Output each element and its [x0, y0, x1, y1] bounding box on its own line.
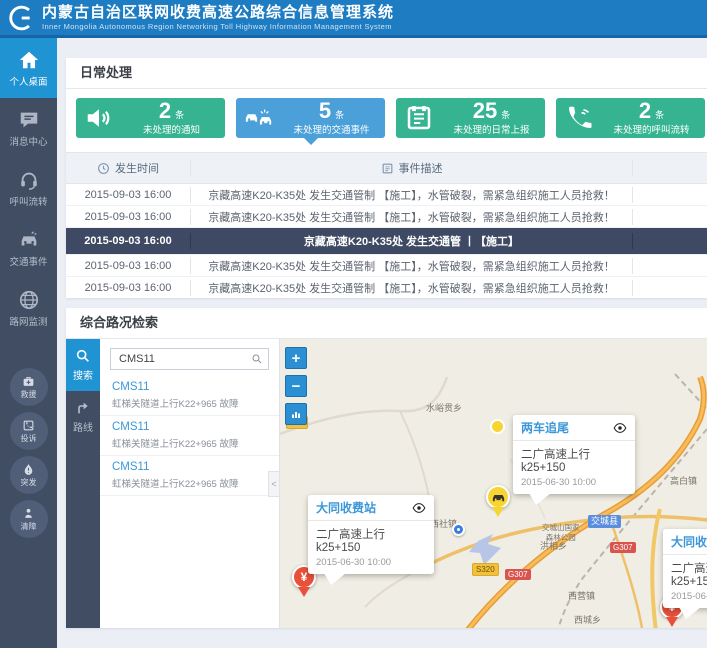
town-badge: 交城县 — [588, 515, 621, 528]
sidebar-item-desktop[interactable]: 个人桌面 — [0, 38, 57, 98]
search-input[interactable] — [110, 348, 269, 370]
search-result-item[interactable]: CMS11 虹梯关隧道上行K22+965 故障 — [100, 456, 279, 496]
search-results-panel: CMS11 虹梯关隧道上行K22+965 故障 CMS11 虹梯关隧道上行K22… — [100, 339, 280, 628]
sidebar-item-calls[interactable]: 呼叫流转 — [0, 158, 57, 218]
road-badge: G307 — [505, 569, 531, 580]
card-unhandled-call-transfers[interactable]: 2条 未处理的呼叫流转 — [556, 98, 705, 138]
search-icon[interactable] — [251, 353, 263, 365]
card-label: 未处理的通知 — [143, 122, 200, 136]
map-roads — [280, 339, 707, 628]
map-label: 水峪贯乡 — [426, 401, 462, 414]
card-count: 5 — [319, 101, 331, 121]
car-icon — [491, 490, 506, 505]
road-condition-panel: 综合路况检索 搜索 路线 CMS11 虹梯关隧道上行K22+965 故障 CMS… — [66, 308, 707, 628]
table-row[interactable]: 2015-09-03 16:00 京藏高速K20-K35处 发生交通管制 【施工… — [66, 277, 707, 298]
daily-processing-panel: 日常处理 2条 未处理的通知 5条 未处理的交通事件 — [66, 58, 707, 298]
chat-icon — [18, 109, 40, 131]
map[interactable]: + − S30 交城县 G307 G307 S320 水峪贯乡 高白镇 西社镇 … — [280, 339, 707, 628]
list-icon — [381, 162, 394, 175]
headset-icon — [18, 169, 40, 191]
globe-icon — [18, 289, 40, 311]
card-unhandled-notices[interactable]: 2条 未处理的通知 — [76, 98, 225, 138]
rescue-kit-icon — [22, 375, 35, 388]
app-title: 内蒙古自治区联网收费高速公路综合信息管理系统 — [42, 5, 394, 20]
zoom-in-button[interactable]: + — [285, 347, 307, 369]
quick-action-clearance[interactable]: 清障 — [10, 500, 48, 538]
sidebar-item-traffic-events[interactable]: 交通事件 — [0, 218, 57, 278]
app-subtitle: Inner Mongolia Autonomous Region Network… — [42, 23, 394, 31]
table-row[interactable]: 2015-09-03 16:00 京藏高速K20-K35处 发生交通管制 【施工… — [66, 184, 707, 206]
app-logo-icon — [8, 5, 34, 31]
tab-search[interactable]: 搜索 — [66, 339, 100, 391]
table-row-selected[interactable]: 2015-09-03 16:00 京藏高速K20-K35处 发生交通管 丨【施工… — [66, 228, 707, 255]
search-tab-rail: 搜索 路线 — [66, 339, 100, 628]
popup-datong-toll-station[interactable]: 大同收费站 二广高速上行 k25+150 2015-06-30 10:00 — [308, 495, 434, 574]
phone-icon — [556, 103, 602, 133]
speaker-icon — [76, 103, 122, 133]
card-unhandled-traffic-events[interactable]: 5条 未处理的交通事件 — [236, 98, 385, 138]
sidebar-item-road-monitor[interactable]: 路网监测 — [0, 278, 57, 338]
complaint-phone-icon — [22, 419, 35, 432]
quick-actions: 救援 投诉 突发 清障 — [0, 368, 57, 544]
eye-icon[interactable] — [613, 421, 627, 435]
road-condition-title: 综合路况检索 — [66, 308, 707, 339]
poi-dot-pin[interactable] — [452, 523, 465, 536]
card-unhandled-daily-reports[interactable]: 25条 未处理的日常上报 — [396, 98, 545, 138]
app-header: 内蒙古自治区联网收费高速公路综合信息管理系统 Inner Mongolia Au… — [0, 0, 707, 38]
popup-rear-end-collision[interactable]: 两车追尾 二广高速上行 k25+150 2015-06-30 10:00 — [513, 415, 635, 494]
tab-route[interactable]: 路线 — [66, 391, 100, 443]
card-label: 未处理的日常上报 — [453, 122, 529, 136]
table-row[interactable]: 2015-09-03 16:00 京藏高速K20-K35处 发生交通管制 【施工… — [66, 206, 707, 228]
card-label: 未处理的交通事件 — [293, 122, 369, 136]
quick-action-emergency[interactable]: 突发 — [10, 456, 48, 494]
card-count: 2 — [159, 101, 171, 121]
home-icon — [18, 49, 40, 71]
sidebar: 个人桌面 消息中心 呼叫流转 交通事件 路网监测 救援 投诉 突发 清障 — [0, 38, 57, 648]
car-icon — [18, 229, 40, 251]
search-result-item[interactable]: CMS11 虹梯关隧道上行K22+965 故障 — [100, 416, 279, 456]
road-badge: G307 — [610, 542, 636, 553]
event-marker-dot[interactable] — [490, 419, 505, 434]
events-table: 发生时间 事件描述 上报时间 2015-09-03 16:00 京藏高速K20-… — [66, 152, 707, 298]
card-count: 2 — [639, 101, 651, 121]
map-chart-button[interactable] — [285, 403, 307, 425]
sidebar-item-messages[interactable]: 消息中心 — [0, 98, 57, 158]
report-icon — [396, 103, 442, 133]
clock-icon — [97, 162, 110, 175]
emergency-drop-icon — [22, 463, 35, 476]
road-badge: S320 — [472, 563, 499, 576]
quick-action-rescue[interactable]: 救援 — [10, 368, 48, 406]
stat-cards: 2条 未处理的通知 5条 未处理的交通事件 25条 未处理的日常上报 — [76, 98, 705, 138]
route-icon — [75, 400, 91, 416]
car-crash-icon — [236, 103, 282, 133]
eye-icon[interactable] — [412, 501, 426, 515]
quick-action-complaint[interactable]: 投诉 — [10, 412, 48, 450]
search-icon — [75, 348, 91, 364]
daily-panel-title: 日常处理 — [66, 58, 707, 89]
table-row[interactable]: 2015-09-03 16:00 京藏高速K20-K35处 发生交通管制 【施工… — [66, 255, 707, 277]
search-result-item[interactable]: CMS11 虹梯关隧道上行K22+965 故障 — [100, 376, 279, 416]
map-label: 高白镇 — [670, 474, 697, 487]
map-label: 西营镇 — [568, 589, 595, 602]
card-label: 未处理的呼叫流转 — [613, 122, 689, 136]
accident-car-pin[interactable] — [486, 485, 510, 509]
card-count: 25 — [473, 101, 497, 121]
bar-chart-icon — [290, 408, 302, 420]
events-table-header: 发生时间 事件描述 上报时间 — [66, 152, 707, 184]
map-label: 洪相乡 — [540, 539, 567, 552]
clearance-icon — [22, 507, 35, 520]
collapse-panel-arrow[interactable]: < — [268, 471, 280, 497]
map-label: 西城乡 — [574, 613, 601, 626]
popup-datong-toll-station-partial[interactable]: 大同收费站 二广高速上行 k25+150 2015-06-30 10:00 — [663, 529, 707, 608]
zoom-out-button[interactable]: − — [285, 375, 307, 397]
